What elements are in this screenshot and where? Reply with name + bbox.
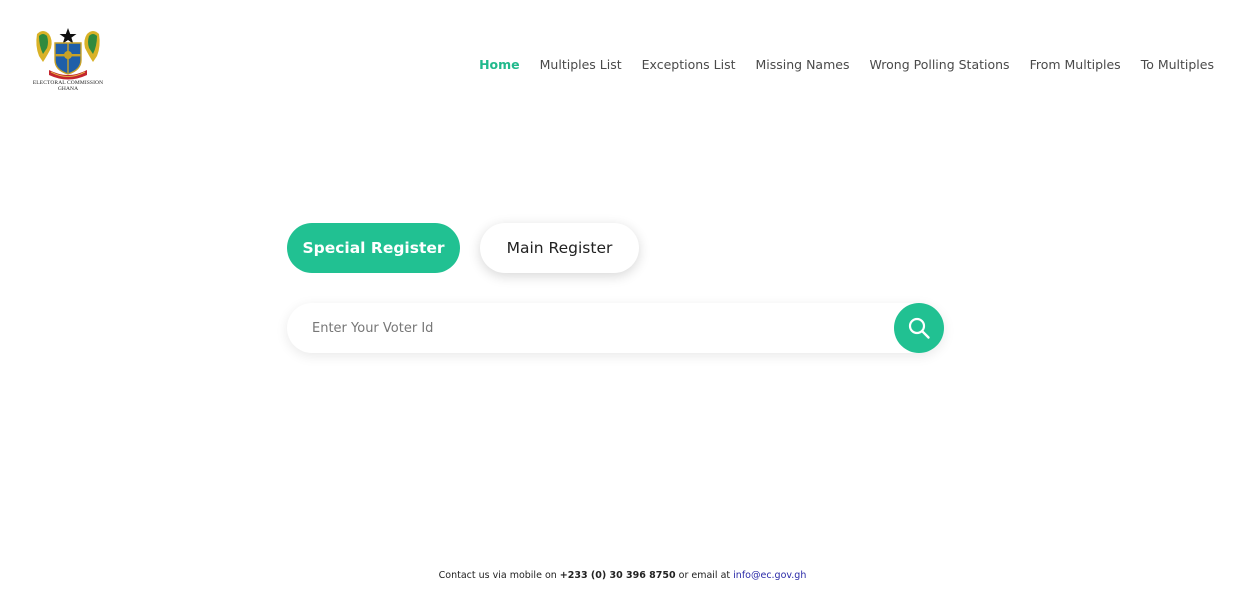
footer-prefix: Contact us via mobile on xyxy=(438,570,560,581)
coat-of-arms-icon xyxy=(36,28,100,80)
nav-item-from-multiples[interactable]: From Multiples xyxy=(1030,57,1121,73)
register-toggle: Special Register Main Register xyxy=(287,223,639,273)
logo-text-line2: GHANA xyxy=(57,86,79,92)
nav-item-home[interactable]: Home xyxy=(479,57,520,73)
nav-item-multiples-list[interactable]: Multiples List xyxy=(540,57,622,73)
nav-item-to-multiples[interactable]: To Multiples xyxy=(1141,57,1214,73)
footer-email-link[interactable]: info@ec.gov.gh xyxy=(733,570,806,581)
page: ELECTORAL COMMISSION GHANA Home Multiple… xyxy=(0,0,1245,599)
special-register-button[interactable]: Special Register xyxy=(287,223,460,273)
voter-id-input[interactable] xyxy=(287,303,887,353)
nav-item-exceptions-list[interactable]: Exceptions List xyxy=(642,57,736,73)
footer-phone: +233 (0) 30 396 8750 xyxy=(559,570,676,581)
nav-item-missing-names[interactable]: Missing Names xyxy=(756,57,850,73)
electoral-commission-logo[interactable]: ELECTORAL COMMISSION GHANA xyxy=(30,26,106,96)
footer-contact: Contact us via mobile on +233 (0) 30 396… xyxy=(0,570,1245,581)
nav-item-wrong-polling-stations[interactable]: Wrong Polling Stations xyxy=(869,57,1009,73)
main-register-button[interactable]: Main Register xyxy=(480,223,639,273)
voter-id-search-bar xyxy=(287,303,944,353)
search-button[interactable] xyxy=(894,303,944,353)
footer-middle: or email at xyxy=(675,570,734,581)
search-icon xyxy=(908,317,930,339)
main-nav: Home Multiples List Exceptions List Miss… xyxy=(459,57,1214,73)
